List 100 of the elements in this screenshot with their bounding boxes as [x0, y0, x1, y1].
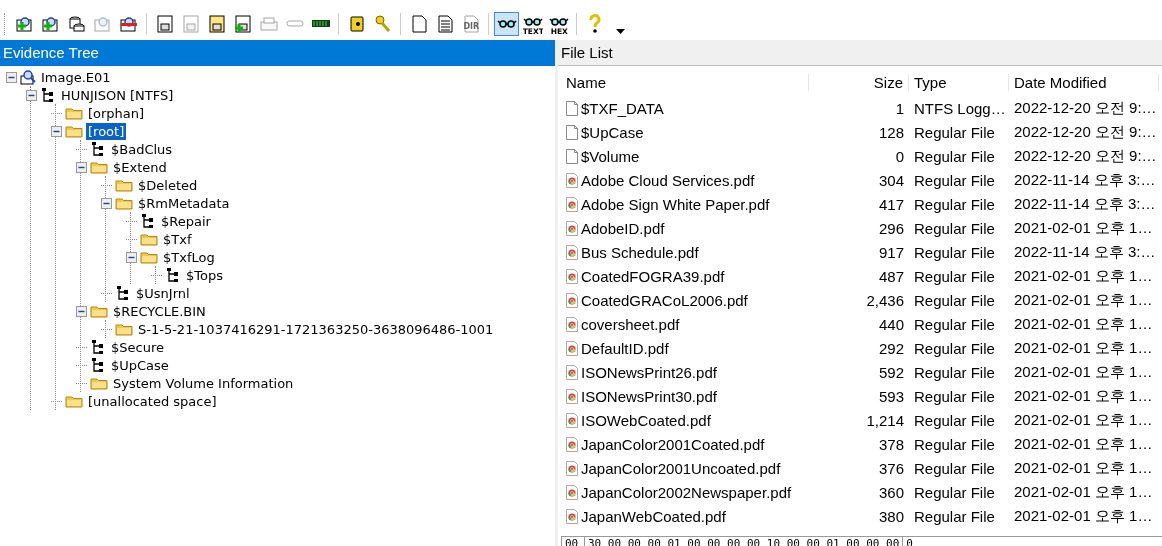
pdf-file-icon: [566, 460, 578, 476]
table-cell-text: 2021-02-01 오후 1…: [1013, 482, 1154, 502]
table-cell-text: 128: [877, 123, 905, 141]
tree-item[interactable]: $RECYCLE.BIN: [111, 302, 208, 320]
table-cell-text: 1: [894, 99, 905, 117]
table-cell-text: 378: [877, 435, 905, 453]
collapse-toggle[interactable]: [51, 125, 62, 137]
pdf-file-icon: [566, 364, 578, 380]
pdf-file-icon: [566, 388, 578, 404]
tree-item[interactable]: $BadClus: [109, 140, 175, 158]
table-cell-text: NTFS Logg…: [913, 99, 1007, 117]
file-icon: [566, 100, 578, 116]
table-cell-text: 2021-02-01 오후 1…: [1013, 434, 1154, 454]
collapse-toggle[interactable]: [6, 71, 17, 83]
collapse-toggle[interactable]: [101, 197, 112, 209]
disk-image-icon: [20, 69, 36, 85]
folder-icon: [65, 394, 83, 408]
folder-icon: [140, 232, 158, 246]
table-cell-text: Regular File: [913, 291, 996, 309]
file-name[interactable]: Adobe Sign White Paper.pdf: [581, 195, 770, 213]
tree-item[interactable]: $Txf: [161, 230, 194, 248]
file-name[interactable]: ISOWebCoated.pdf: [581, 411, 711, 429]
file-name[interactable]: $Volume: [581, 147, 640, 165]
table-cell-text: Regular File: [913, 459, 996, 477]
table-cell-text: 380: [877, 507, 905, 525]
tree-item[interactable]: $Deleted: [136, 176, 200, 194]
tree-item[interactable]: [unallocated space]: [86, 392, 219, 410]
folder-icon: [65, 124, 83, 138]
table-cell-text: 2021-02-01 오후 1…: [1013, 410, 1154, 430]
file-name[interactable]: DefaultID.pdf: [581, 339, 669, 357]
tree-item[interactable]: $UpCase: [109, 356, 171, 374]
file-name[interactable]: JapanColor2002Newspaper.pdf: [581, 483, 792, 501]
tree-item[interactable]: [orphan]: [86, 104, 147, 122]
toolbar-button[interactable]: [494, 11, 519, 36]
collapse-toggle[interactable]: [26, 89, 37, 101]
table-cell-text: 487: [877, 267, 905, 285]
file-name[interactable]: CoatedFOGRA39.pdf: [581, 267, 725, 285]
file-name[interactable]: ISONewsPrint30.pdf: [581, 387, 717, 405]
file-name[interactable]: AdobeID.pdf: [581, 219, 665, 237]
table-cell-text: Regular File: [913, 507, 996, 525]
collapse-toggle[interactable]: [76, 161, 87, 173]
table-cell-text: Regular File: [913, 123, 996, 141]
table-cell-text: 2021-02-01 오후 1…: [1013, 362, 1154, 382]
table-cell-text: Regular File: [913, 435, 996, 453]
tree-item[interactable]: $Tops: [184, 266, 225, 284]
file-icon: [566, 148, 578, 164]
pdf-file-icon: [566, 220, 578, 236]
tree-item[interactable]: $UsnJrnl: [134, 284, 192, 302]
column-header[interactable]: Date Modified: [1009, 73, 1159, 91]
table-cell-text: Regular File: [913, 315, 996, 333]
tree-item[interactable]: S-1-5-21-1037416291-1721363250-3638096486-1001: [136, 320, 496, 338]
hierarchy-icon: [90, 339, 106, 355]
tree-item[interactable]: System Volume Information: [111, 374, 296, 392]
table-cell-text: 593: [877, 387, 905, 405]
tree-item[interactable]: $Repair: [159, 212, 213, 230]
table-cell-text: 2,436: [865, 291, 905, 309]
tree-item[interactable]: $TxfLog: [161, 248, 217, 266]
pane-title: Evidence Tree: [0, 40, 555, 66]
hierarchy-icon: [140, 213, 156, 229]
tree-item[interactable]: HUNJISON [NTFS]: [59, 86, 176, 104]
column-header[interactable]: Size: [809, 73, 909, 91]
table-cell-text: 376: [877, 459, 905, 477]
column-header[interactable]: Name: [561, 73, 809, 91]
disk-image-icon: [206, 13, 227, 34]
file-name[interactable]: JapanColor2001Coated.pdf: [581, 435, 765, 453]
collapse-toggle[interactable]: [126, 251, 137, 263]
table-cell-text: 440: [877, 315, 905, 333]
file-name[interactable]: Bus Schedule.pdf: [581, 243, 699, 261]
hierarchy-icon: [90, 357, 106, 373]
table-cell-text: 2021-02-01 오후 1…: [1013, 386, 1154, 406]
file-name[interactable]: $UpCase: [581, 123, 644, 141]
table-cell-text: Regular File: [913, 339, 996, 357]
file-name[interactable]: coversheet.pdf: [581, 315, 680, 333]
hierarchy-icon: [165, 267, 181, 283]
tree-item[interactable]: $Extend: [111, 158, 169, 176]
tree-item[interactable]: [root]: [86, 122, 127, 140]
table-cell-text: 0: [894, 147, 905, 165]
tree-item[interactable]: Image.E01: [39, 68, 113, 86]
hierarchy-icon: [90, 141, 106, 157]
column-header[interactable]: Type: [909, 73, 1009, 91]
table-cell-text: Regular File: [913, 171, 996, 189]
icon-caption: DIR: [462, 21, 479, 31]
file-name[interactable]: JapanWebCoated.pdf: [581, 507, 726, 525]
hierarchy-icon: [115, 285, 131, 301]
tree-item[interactable]: $RmMetadata: [136, 194, 232, 212]
file-name[interactable]: CoatedGRACoL2006.pdf: [581, 291, 748, 309]
table-cell-text: 2021-02-01 오후 1…: [1013, 458, 1154, 478]
key-icon: [372, 13, 393, 34]
tree-item[interactable]: $Secure: [109, 338, 166, 356]
file-name[interactable]: Adobe Cloud Services.pdf: [581, 171, 755, 189]
pdf-file-icon: [566, 484, 578, 500]
pdf-file-icon: [566, 436, 578, 452]
file-name[interactable]: JapanColor2001Uncoated.pdf: [581, 459, 781, 477]
file-name[interactable]: $TXF_DATA: [581, 99, 664, 117]
table-cell-text: 2022-11-14 오후 3:…: [1013, 170, 1157, 190]
collapse-toggle[interactable]: [76, 305, 87, 317]
file-name[interactable]: ISONewsPrint26.pdf: [581, 363, 717, 381]
table-cell-text: 2022-11-14 오후 3:…: [1013, 242, 1157, 262]
hierarchy-icon: [40, 87, 56, 103]
folder-icon: [115, 322, 133, 336]
